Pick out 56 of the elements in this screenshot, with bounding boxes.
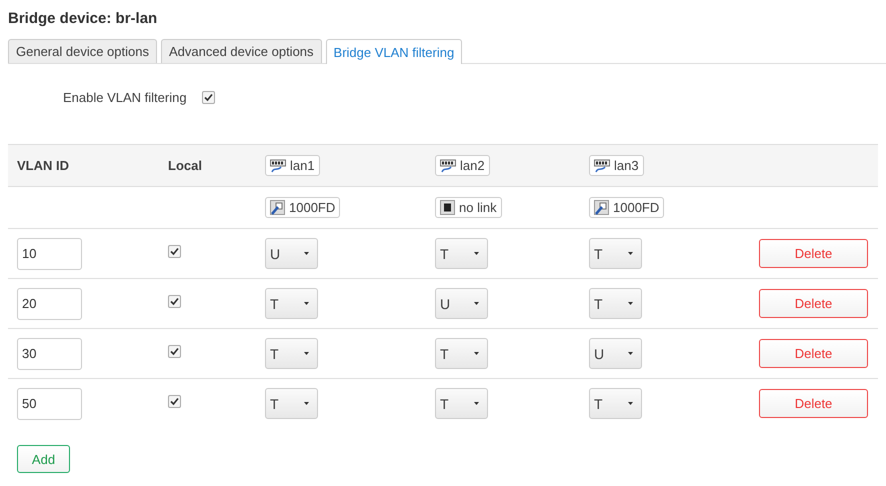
caret-icon (474, 252, 479, 255)
delete-button[interactable]: Delete (759, 289, 868, 318)
port-badge: lan1 (265, 155, 320, 176)
link-status-badge: 1000FD (265, 197, 340, 218)
tagging-select[interactable]: U (265, 238, 318, 269)
caret-icon (628, 302, 633, 305)
port-badge: lan3 (589, 155, 644, 176)
vlan-id-field[interactable]: 10 (17, 238, 82, 270)
network-port-icon (594, 158, 610, 172)
tagging-select[interactable]: T (589, 388, 642, 419)
caret-icon (304, 252, 309, 255)
tab[interactable]: Advanced device options (160, 39, 322, 63)
empty-port-icon (440, 200, 455, 215)
tab[interactable]: General device options (8, 39, 157, 63)
network-port-icon (270, 158, 286, 172)
checkbox[interactable] (168, 245, 181, 258)
checkbox[interactable] (168, 295, 181, 308)
vlan-id-field[interactable]: 30 (17, 338, 82, 370)
caret-icon (304, 302, 309, 305)
caret-icon (474, 302, 479, 305)
delete-button[interactable]: Delete (759, 339, 868, 368)
tagging-select[interactable]: T (265, 338, 318, 369)
cable-plugged-icon (594, 200, 609, 215)
caret-icon (628, 252, 633, 255)
tagging-select[interactable]: T (265, 288, 318, 319)
tagging-select[interactable]: T (589, 238, 642, 269)
caret-icon (304, 352, 309, 355)
checkbox[interactable] (202, 91, 215, 104)
tagging-select[interactable]: T (265, 388, 318, 419)
tagging-select[interactable]: U (435, 288, 488, 319)
delete-button[interactable]: Delete (759, 239, 868, 268)
caret-icon (474, 402, 479, 405)
column-header: VLAN ID (17, 158, 69, 173)
link-status-badge: 1000FD (589, 197, 664, 218)
vlan-id-field[interactable]: 20 (17, 288, 82, 320)
tagging-select[interactable]: T (589, 288, 642, 319)
checkbox[interactable] (168, 395, 181, 408)
checkbox[interactable] (168, 345, 181, 358)
delete-button[interactable]: Delete (759, 389, 868, 418)
tagging-select[interactable]: T (435, 338, 488, 369)
caret-icon (628, 402, 633, 405)
caret-icon (474, 352, 479, 355)
option-label: Enable VLAN filtering (63, 90, 187, 105)
vlan-id-field[interactable]: 50 (17, 388, 82, 420)
page-title: Bridge device: br-lan (8, 10, 158, 27)
caret-icon (304, 402, 309, 405)
cable-plugged-icon (270, 200, 285, 215)
tab[interactable]: Bridge VLAN filtering (326, 39, 462, 64)
tagging-select[interactable]: U (589, 338, 642, 369)
link-status-badge: no link (435, 197, 502, 218)
tagging-select[interactable]: T (435, 238, 488, 269)
tagging-select[interactable]: T (435, 388, 488, 419)
caret-icon (628, 352, 633, 355)
network-port-icon (440, 158, 456, 172)
port-badge: lan2 (435, 155, 490, 176)
column-header: Local (168, 158, 202, 173)
